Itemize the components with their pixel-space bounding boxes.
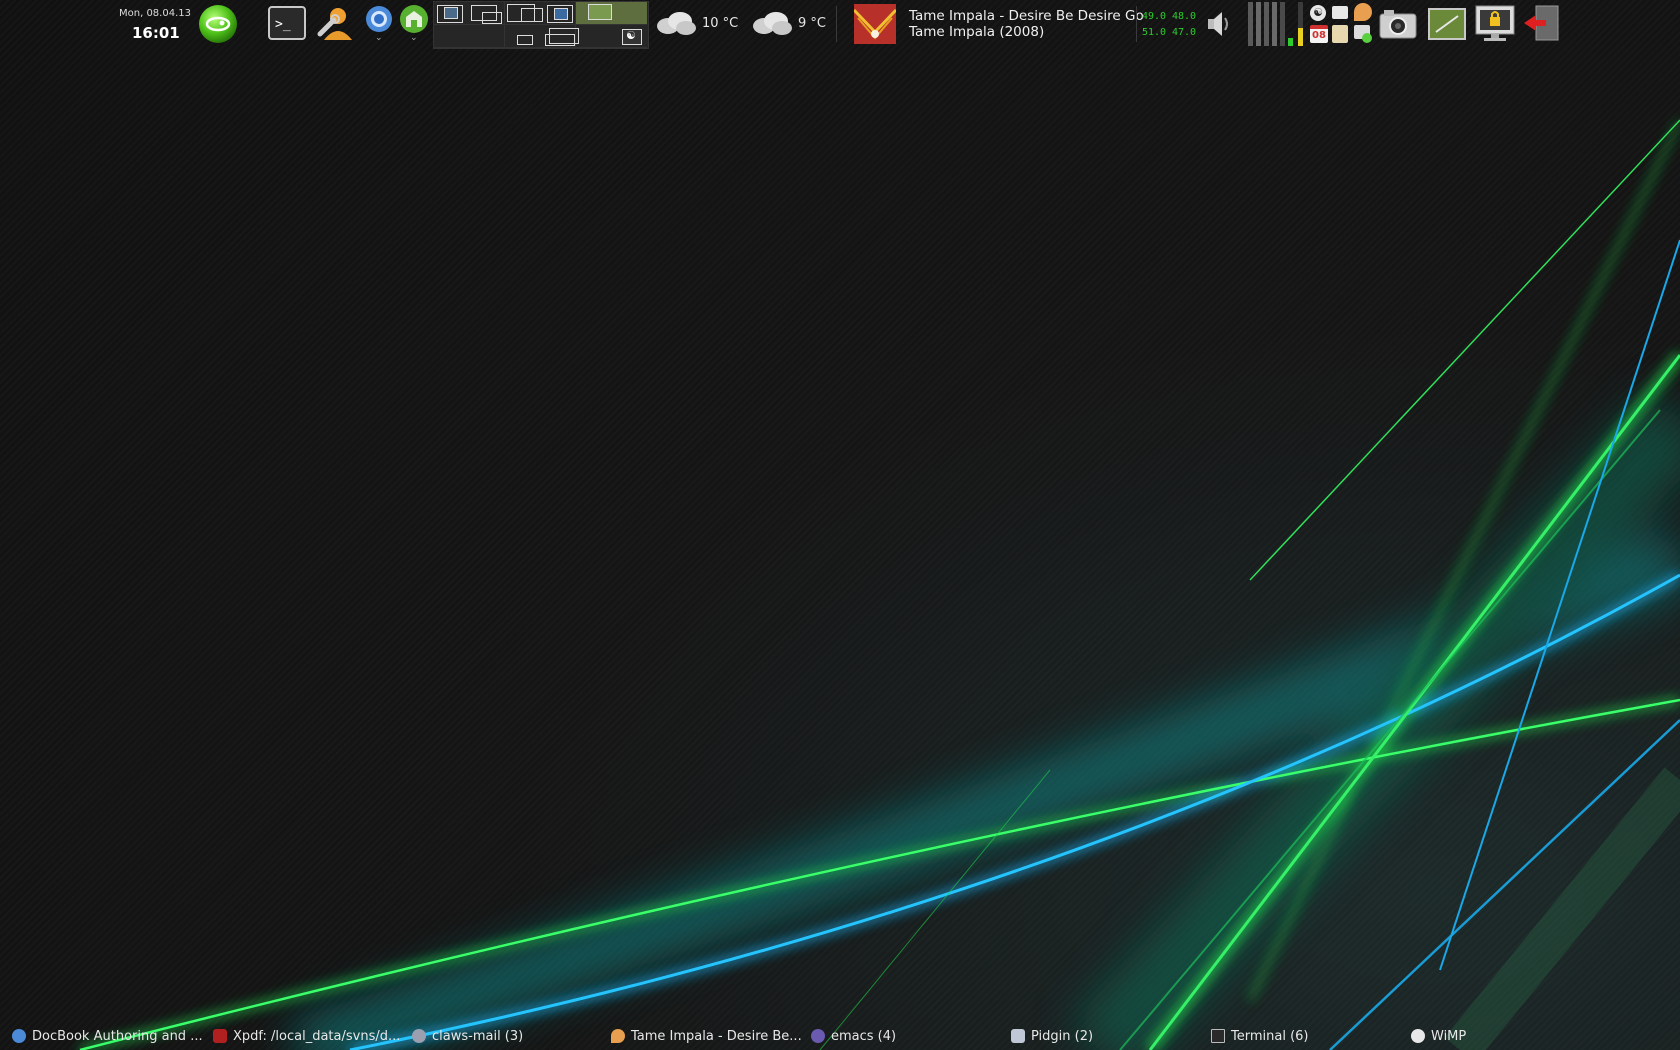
- emacs-icon: [811, 1029, 825, 1043]
- task-xpdf[interactable]: Xpdf: /local_data/svns/d...: [213, 1026, 403, 1046]
- volume-icon[interactable]: [1202, 8, 1234, 40]
- task-terminal[interactable]: Terminal (6): [1211, 1026, 1401, 1046]
- sensor-value-4: 47.0: [1172, 27, 1197, 38]
- weather-temperature-1[interactable]: 10 °C: [702, 16, 738, 31]
- task-label: Xpdf: /local_data/svns/d...: [233, 1028, 401, 1044]
- chevron-down-icon[interactable]: ⌄: [375, 33, 383, 43]
- music-player-icon: [611, 1029, 625, 1043]
- task-label: Pidgin (2): [1031, 1028, 1094, 1044]
- file-manager-launcher[interactable]: ⌄: [398, 3, 436, 43]
- task-label: emacs (4): [831, 1028, 897, 1044]
- task-label: claws-mail (3): [432, 1028, 524, 1044]
- workspace-3-active[interactable]: [576, 2, 647, 25]
- display-settings-icon[interactable]: [1428, 8, 1466, 40]
- lock-screen-icon[interactable]: [1474, 4, 1516, 42]
- workspace-4[interactable]: [434, 25, 505, 48]
- cloudy-icon: [753, 12, 792, 35]
- task-label: Tame Impala - Desire Be...: [631, 1028, 802, 1044]
- workspace-2[interactable]: [505, 2, 576, 25]
- sensor-value-3: 51.0: [1142, 27, 1167, 38]
- panel-separator: [836, 6, 837, 42]
- workspace-6[interactable]: ☯: [576, 25, 647, 48]
- workspace-1[interactable]: [434, 2, 505, 25]
- task-claws-mail[interactable]: claws-mail (3): [412, 1026, 602, 1046]
- music-player-icon[interactable]: [1354, 3, 1372, 21]
- task-label: DocBook Authoring and ...: [32, 1028, 203, 1044]
- task-emacs[interactable]: emacs (4): [811, 1026, 1001, 1046]
- calendar-icon[interactable]: 08: [1310, 25, 1328, 43]
- cloudy-icon: [657, 12, 696, 35]
- wimp-icon[interactable]: ☯: [1310, 5, 1326, 21]
- window-thumbnail: [444, 7, 458, 19]
- clock-date: Mon, 08.04.13: [119, 8, 191, 19]
- panel-separator: [1136, 6, 1137, 42]
- workspace-pager[interactable]: ☯: [433, 1, 649, 49]
- file-manager-icon: [400, 5, 428, 33]
- svg-text:>_: >_: [275, 17, 291, 32]
- terminal-launcher[interactable]: >_: [268, 6, 306, 44]
- chevron-down-icon[interactable]: ⌄: [410, 33, 418, 43]
- screenshot-icon[interactable]: [1378, 6, 1418, 40]
- wallpaper: [79, 119, 1680, 1050]
- task-wimp[interactable]: WiMP: [1411, 1026, 1601, 1046]
- mail-icon: [412, 1029, 426, 1043]
- clock-time[interactable]: 16:01: [132, 24, 180, 42]
- browser-launcher[interactable]: ⌄: [364, 4, 402, 43]
- weather-temperature-2[interactable]: 9 °C: [798, 16, 826, 31]
- sensor-value-2: 48.0: [1172, 11, 1197, 22]
- logout-icon[interactable]: [1522, 4, 1562, 42]
- now-playing-title[interactable]: Tame Impala - Desire Be Desire Go: [909, 8, 1144, 24]
- mail-icon[interactable]: [1332, 6, 1348, 19]
- browser-icon: [12, 1029, 26, 1043]
- status-online-icon: [1362, 33, 1372, 43]
- top-panel: Mon, 08.04.13 16:01 >_ ⌄ ⌄ ☯ 10 °C 9 °C …: [0, 0, 1680, 50]
- terminal-icon: >_: [268, 6, 306, 40]
- wimp-icon: [1411, 1029, 1425, 1043]
- system-monitor[interactable]: [1248, 2, 1306, 46]
- task-label: Terminal (6): [1231, 1028, 1309, 1044]
- user-settings-icon: [317, 8, 352, 40]
- system-settings-launcher[interactable]: [316, 4, 354, 42]
- pdf-icon: [213, 1029, 227, 1043]
- browser-window-thumbnail: [554, 8, 568, 20]
- desktop: Mon, 08.04.13 16:01 >_ ⌄ ⌄ ☯ 10 °C 9 °C …: [0, 0, 1680, 1050]
- terminal-icon: [1211, 1029, 1225, 1043]
- clipboard-icon[interactable]: [1332, 25, 1348, 43]
- task-docbook-browser[interactable]: DocBook Authoring and ...: [12, 1026, 212, 1046]
- task-pidgin[interactable]: Pidgin (2): [1011, 1026, 1201, 1046]
- application-menu-button[interactable]: [197, 3, 237, 43]
- now-playing-album[interactable]: Tame Impala (2008): [909, 24, 1044, 40]
- chat-icon: [1011, 1029, 1025, 1043]
- sensor-value-1: 49.0: [1142, 11, 1167, 22]
- system-tray: ☯ 08: [1310, 3, 1376, 47]
- task-label: WiMP: [1431, 1028, 1467, 1044]
- taskbar: DocBook Authoring and ... Xpdf: /local_d…: [0, 1022, 1680, 1048]
- album-art-icon[interactable]: [854, 4, 896, 44]
- wimp-icon: ☯: [626, 29, 636, 42]
- opensuse-logo-icon: [199, 5, 237, 43]
- browser-icon: [366, 6, 392, 32]
- task-music-player[interactable]: Tame Impala - Desire Be...: [611, 1026, 806, 1046]
- workspace-5[interactable]: [505, 25, 579, 48]
